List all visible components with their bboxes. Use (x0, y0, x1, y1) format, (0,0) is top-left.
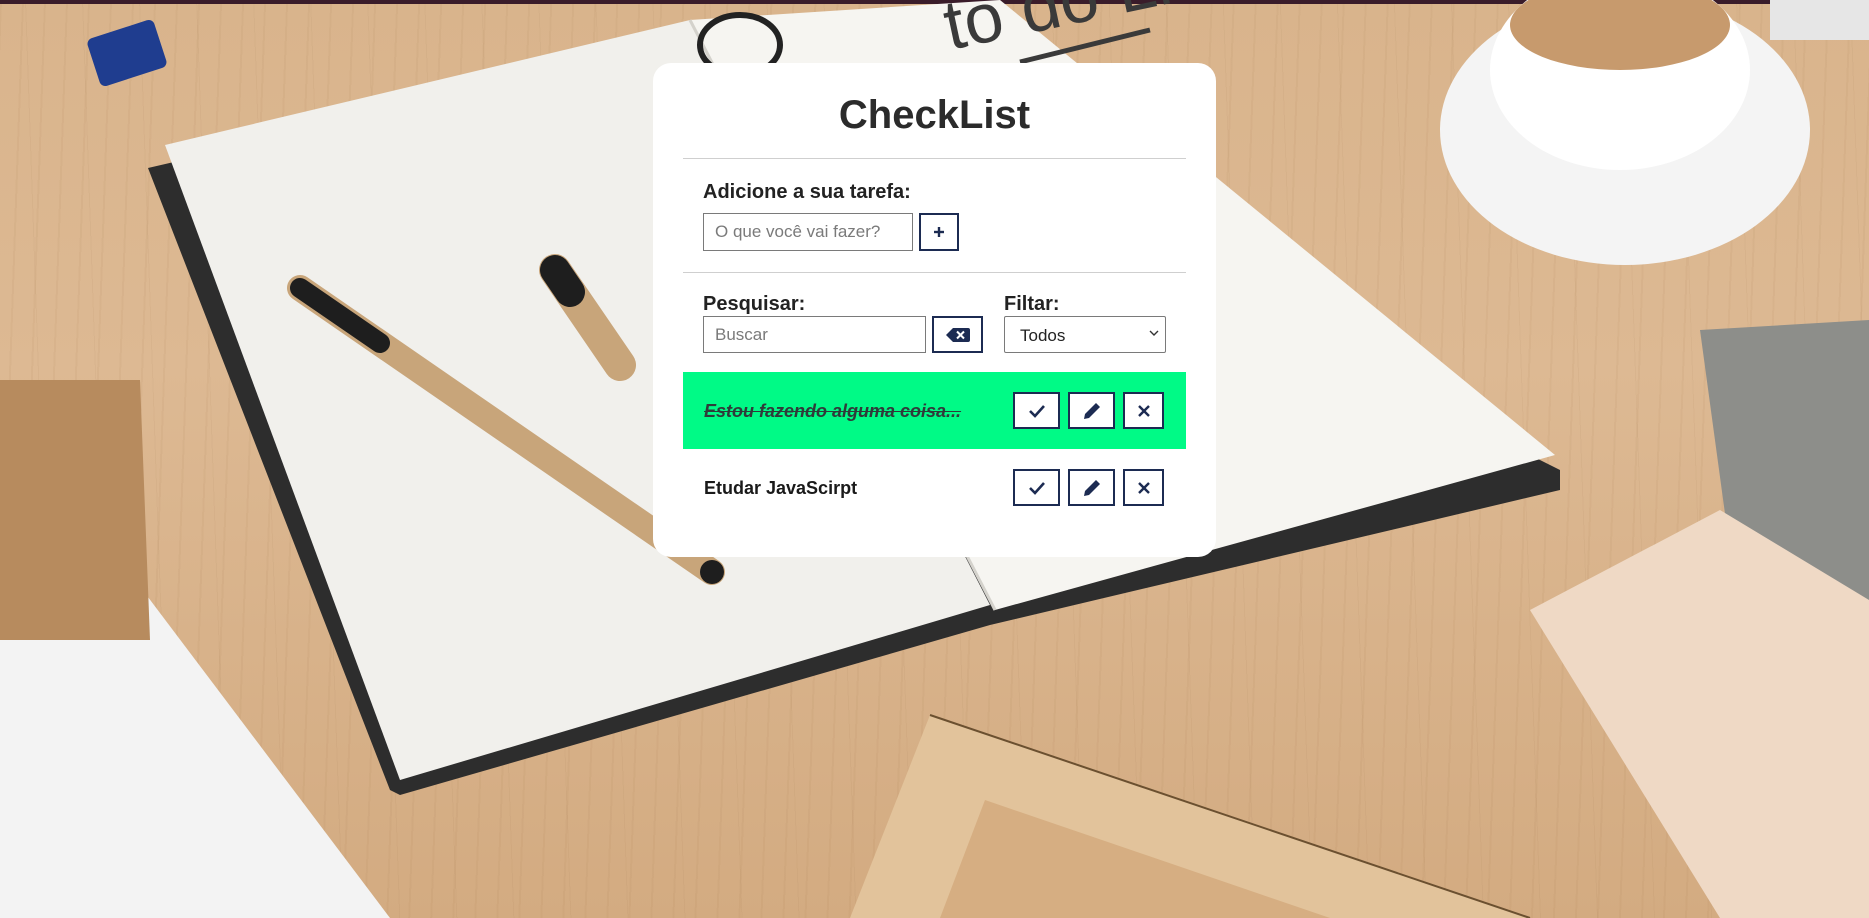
check-icon (1028, 404, 1045, 418)
edit-task-button[interactable] (1068, 392, 1115, 429)
filter-selected-value: Todos (1020, 326, 1066, 345)
complete-task-button[interactable] (1013, 392, 1060, 429)
add-task-button[interactable] (919, 213, 959, 251)
divider (683, 158, 1186, 159)
search-input[interactable] (703, 316, 926, 353)
checklist-panel: CheckList Adicione a sua tarefa: Pesquis… (653, 63, 1216, 557)
delete-task-button[interactable] (1123, 392, 1164, 429)
add-task-input[interactable] (703, 213, 913, 251)
pencil-icon (1083, 479, 1100, 496)
filter-label: Filtar: (1004, 293, 1060, 315)
filter-select[interactable]: Todos (1004, 316, 1166, 353)
pencil-icon (1083, 402, 1100, 419)
page-title: CheckList (838, 93, 1031, 137)
plus-icon (934, 227, 944, 237)
close-icon (1137, 481, 1150, 494)
svg-text:to do List: to do List (937, 0, 1231, 65)
task-text: Estou fazendo alguma coisa... (704, 401, 962, 421)
close-icon (1137, 404, 1150, 417)
complete-task-button[interactable] (1013, 469, 1060, 506)
task-item-0: Estou fazendo alguma coisa... (683, 372, 1186, 449)
task-item-1: Etudar JavaScirpt (683, 449, 1186, 526)
edit-task-button[interactable] (1068, 469, 1115, 506)
add-task-label: Adicione a sua tarefa: (703, 181, 911, 203)
task-text: Etudar JavaScirpt (704, 478, 858, 498)
delete-task-button[interactable] (1123, 469, 1164, 506)
backspace-icon (945, 327, 970, 342)
search-label: Pesquisar: (703, 293, 806, 315)
check-icon (1028, 481, 1045, 495)
chevron-down-icon (1149, 330, 1159, 336)
divider (683, 272, 1186, 273)
clear-search-button[interactable] (932, 316, 983, 353)
